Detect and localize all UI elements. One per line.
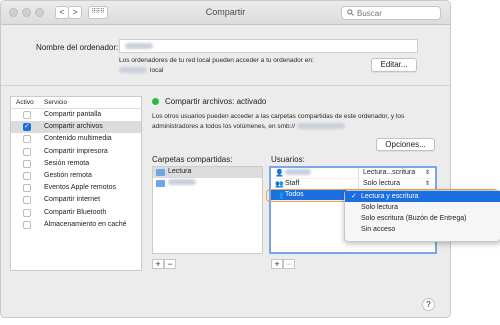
menu-item-label: Lectura y escritura (361, 193, 419, 200)
service-label: Compartir pantalla (44, 111, 102, 118)
sharing-description-line-2: administradores a todos los volúmenes, e… (152, 123, 296, 130)
checkbox[interactable] (23, 196, 31, 205)
active-column-header: Activo (16, 99, 34, 106)
remove-user-button[interactable]: − (283, 259, 295, 269)
options-button[interactable]: Opciones... (376, 138, 435, 151)
checkmark-icon: ✓ (351, 193, 357, 200)
services-header: Activo Servicio (11, 97, 141, 109)
menu-item-write-only[interactable]: Solo escritura (Buzón de Entrega) (345, 213, 500, 224)
redacted-name (125, 43, 153, 49)
checkbox[interactable] (23, 208, 31, 217)
group-icon: 👥 (275, 181, 284, 188)
menu-item-no-access[interactable]: Sin acceso (345, 224, 500, 235)
folder-row[interactable]: Lectura (153, 167, 262, 178)
menu-item-label: Sin acceso (361, 226, 396, 233)
service-row-printer-sharing[interactable]: Compartir impresora (11, 146, 141, 158)
help-button[interactable]: ? (422, 298, 435, 311)
service-label: Compartir archivos (44, 123, 103, 131)
redacted-hostname (119, 67, 147, 74)
service-row-internet-sharing[interactable]: Compartir internet (11, 194, 141, 206)
sharing-window: < > ⠿⠿⠿ Compartir Nombre del ordenador: … (0, 0, 451, 318)
users-label: Usuarios: (271, 155, 305, 164)
service-label: Compartir Bluetooth (44, 208, 107, 216)
folder-label: Lectura (168, 168, 192, 175)
service-row-bluetooth-sharing[interactable]: Compartir Bluetooth (11, 207, 141, 219)
magnifier-icon (347, 9, 354, 18)
service-label: Contenido multimedia (44, 135, 112, 143)
permission-select[interactable]: Lectura...scritura ⇕ (358, 168, 433, 178)
checkbox[interactable] (23, 111, 31, 119)
permission-value: Solo lectura (363, 180, 400, 187)
updown-icon: ⇕ (424, 181, 430, 187)
status-indicator-icon (152, 98, 159, 105)
description-line-2: local (150, 67, 164, 74)
checkbox[interactable] (23, 220, 31, 229)
search-input[interactable] (357, 8, 437, 19)
folder-icon (156, 180, 165, 187)
add-folder-button[interactable]: + (152, 259, 164, 269)
checkbox[interactable] (23, 159, 31, 168)
title-bar: < > ⠿⠿⠿ Compartir (1, 1, 450, 25)
service-row-file-sharing[interactable]: Compartir archivos (11, 121, 141, 134)
search-field[interactable] (341, 6, 441, 20)
sharing-description: Los otros usuarios pueden acceder a las … (152, 112, 437, 132)
checkbox[interactable] (23, 135, 31, 144)
menu-item-label: Solo lectura (361, 204, 398, 211)
add-user-button[interactable]: + (271, 259, 283, 269)
checkbox[interactable] (23, 147, 31, 156)
user-name-redacted (285, 169, 311, 176)
service-row-remote-login[interactable]: Sesión remota (11, 158, 141, 170)
service-label: Compartir impresora (44, 147, 108, 155)
service-label: Sesión remota (44, 159, 90, 167)
permission-value: Lectura...scritura (363, 169, 416, 176)
permission-select[interactable]: Solo lectura ⇕ (358, 179, 433, 189)
service-row-remote-management[interactable]: Gestión remota (11, 170, 141, 182)
service-label: Eventos Apple remotos (44, 184, 116, 192)
section-divider (1, 85, 450, 86)
shared-folders-list: Lectura (152, 166, 263, 254)
checkbox[interactable] (23, 122, 31, 132)
status-text: Compartir archivos: activado (165, 97, 267, 106)
computer-name-field[interactable] (119, 39, 418, 53)
service-row-media-sharing[interactable]: Contenido multimedia (11, 133, 141, 145)
services-list: Activo Servicio Compartir pantalla Compa… (10, 96, 142, 271)
updown-icon: ⇕ (424, 170, 430, 176)
service-label: Gestión remota (44, 171, 92, 179)
local-address-description: Los ordenadores de tu red local pueden a… (119, 56, 359, 76)
service-row-screen-sharing[interactable]: Compartir pantalla (11, 109, 141, 121)
service-row-content-caching[interactable]: Almacenamiento en caché (11, 219, 141, 231)
folder-label-redacted (168, 179, 196, 186)
description-line-1: Los ordenadores de tu red local pueden a… (119, 57, 314, 64)
menu-item-read-only[interactable]: Solo lectura (345, 202, 500, 213)
redacted-address (297, 123, 346, 130)
folder-row[interactable] (153, 178, 262, 189)
edit-button[interactable]: Editar... (371, 58, 417, 72)
computer-name-label: Nombre del ordenador: (36, 43, 119, 52)
checkbox[interactable] (23, 171, 31, 180)
service-column-header: Servicio (44, 99, 68, 106)
remove-folder-button[interactable]: − (164, 259, 176, 269)
menu-item-read-write[interactable]: ✓ Lectura y escritura (345, 191, 500, 202)
service-label: Almacenamiento en caché (44, 220, 127, 228)
menu-item-label: Solo escritura (Buzón de Entrega) (361, 215, 467, 222)
service-row-remote-apple-events[interactable]: Eventos Apple remotos (11, 182, 141, 194)
user-row-owner[interactable]: 👤 Lectura...scritura ⇕ (271, 168, 435, 179)
service-label: Compartir internet (44, 196, 101, 204)
checkbox[interactable] (23, 184, 31, 193)
folder-icon (156, 169, 165, 176)
person-icon: 👤 (275, 170, 284, 177)
permission-menu: ✓ Lectura y escritura Solo lectura Solo e… (344, 190, 500, 242)
user-name: Staff (285, 180, 300, 187)
sharing-description-line-1: Los otros usuarios pueden acceder a las … (152, 113, 405, 120)
shared-folders-label: Carpetas compartidas: (152, 155, 233, 164)
